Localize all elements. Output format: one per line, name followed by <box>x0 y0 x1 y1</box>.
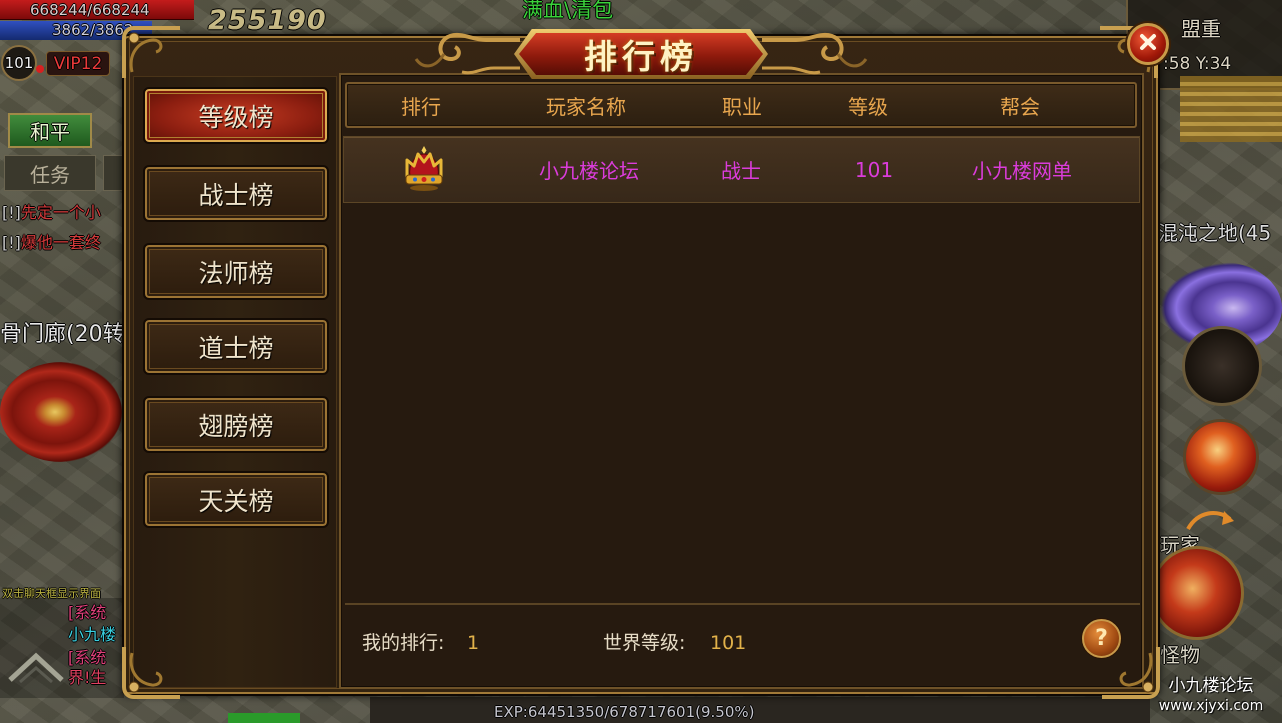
tab-warrior-ranking[interactable]: 战士榜 <box>143 165 329 222</box>
palace-building <box>1180 76 1282 142</box>
combat-power: 255190 <box>208 5 327 36</box>
skill-button[interactable] <box>1182 326 1262 406</box>
my-rank-label: 我的排行: <box>362 632 445 654</box>
header-level: 等级 <box>848 94 888 119</box>
crown-icon <box>402 144 446 196</box>
area-name: 混沌之地(45 <box>1158 221 1272 245</box>
task-tab[interactable]: 任务 <box>4 155 96 191</box>
player-level[interactable]: 101 <box>1 45 37 81</box>
chat-line: [!]先定一个小 <box>2 203 101 223</box>
header-class: 职业 <box>722 94 762 119</box>
chat-system-line: [系统 <box>68 603 107 622</box>
tab-wings-ranking[interactable]: 翅膀榜 <box>143 396 329 453</box>
target-monster-toggle[interactable]: 怪物 <box>1160 639 1200 668</box>
chevron-up-icon[interactable] <box>6 648 66 686</box>
row-class: 战士 <box>721 159 761 183</box>
title-plaque-inner: 排行榜 <box>519 33 763 75</box>
tab-level-ranking[interactable]: 等级榜 <box>143 87 329 144</box>
watermark-url: www.xjyxi.com <box>1158 698 1264 714</box>
panel-title: 排行榜 <box>584 37 698 76</box>
chat-tag: [!] <box>2 203 21 222</box>
magic-circle-red <box>0 362 122 462</box>
header-player-name: 玩家名称 <box>546 94 626 119</box>
chat-text: 爆他一套终 <box>20 233 101 252</box>
close-button[interactable] <box>1127 23 1169 65</box>
chat-system-line: 界!生 <box>68 668 107 687</box>
map-coordinates: :58 Y:34 <box>1163 54 1232 74</box>
bottom-menu-bar <box>370 697 1150 723</box>
exp-text: EXP:64451350/678717601(9.50%) <box>494 703 755 721</box>
footer-divider <box>345 603 1140 605</box>
stamina-bar <box>228 713 300 723</box>
row-guild: 小九楼网单 <box>972 159 1072 183</box>
my-rank-value: 1 <box>467 632 480 654</box>
top-notice: 满血\清包 <box>522 0 614 22</box>
attack-mode-button[interactable]: 和平 <box>8 113 92 148</box>
attack-button[interactable] <box>1150 546 1244 640</box>
help-icon[interactable]: ? <box>1082 619 1121 658</box>
hp-bar: 668244/668244 <box>0 0 194 20</box>
world-level-value: 101 <box>710 632 747 654</box>
chat-tag: [!] <box>2 233 21 252</box>
row-player-name[interactable]: 小九楼论坛 <box>539 155 639 184</box>
table-row[interactable]: 小九楼论坛 战士 101 小九楼网单 <box>343 136 1140 203</box>
title-ornament-left <box>414 28 520 78</box>
chat-player-name[interactable]: 小九楼 <box>68 625 116 645</box>
chat-system-line: [系统 <box>68 648 107 667</box>
tab-mage-ranking[interactable]: 法师榜 <box>143 243 329 300</box>
tab-tower-ranking[interactable]: 天关榜 <box>143 471 329 528</box>
watermark-name: 小九楼论坛 <box>1168 676 1254 696</box>
notification-dot <box>36 65 44 73</box>
row-level: 101 <box>854 157 894 182</box>
header-rank: 排行 <box>401 94 441 119</box>
world-level-label: 世界等级: <box>603 632 686 654</box>
watermark: 小九楼论坛 www.xjyxi.com <box>1146 675 1276 715</box>
chat-text: 先定一个小 <box>20 203 101 222</box>
map-name: 骨门廊(20转) <box>0 322 134 347</box>
table-header: 排行 玩家名称 职业 等级 帮会 <box>345 82 1137 128</box>
close-icon <box>1138 32 1158 56</box>
chat-line: [!]爆他一套终 <box>2 233 101 253</box>
vip-badge[interactable]: VIP12 <box>46 51 110 76</box>
city-name: 盟重 <box>1181 17 1221 41</box>
corner-ornament <box>118 645 182 701</box>
skill-button-fire[interactable] <box>1183 419 1259 495</box>
header-guild: 帮会 <box>1000 94 1040 119</box>
hp-text: 668244/668244 <box>30 1 150 19</box>
corner-ornament <box>118 24 182 80</box>
chat-hint: 双击聊天框显示界面 <box>2 587 101 600</box>
tab-taoist-ranking[interactable]: 道士榜 <box>143 318 329 375</box>
title-ornament-right <box>762 28 868 78</box>
